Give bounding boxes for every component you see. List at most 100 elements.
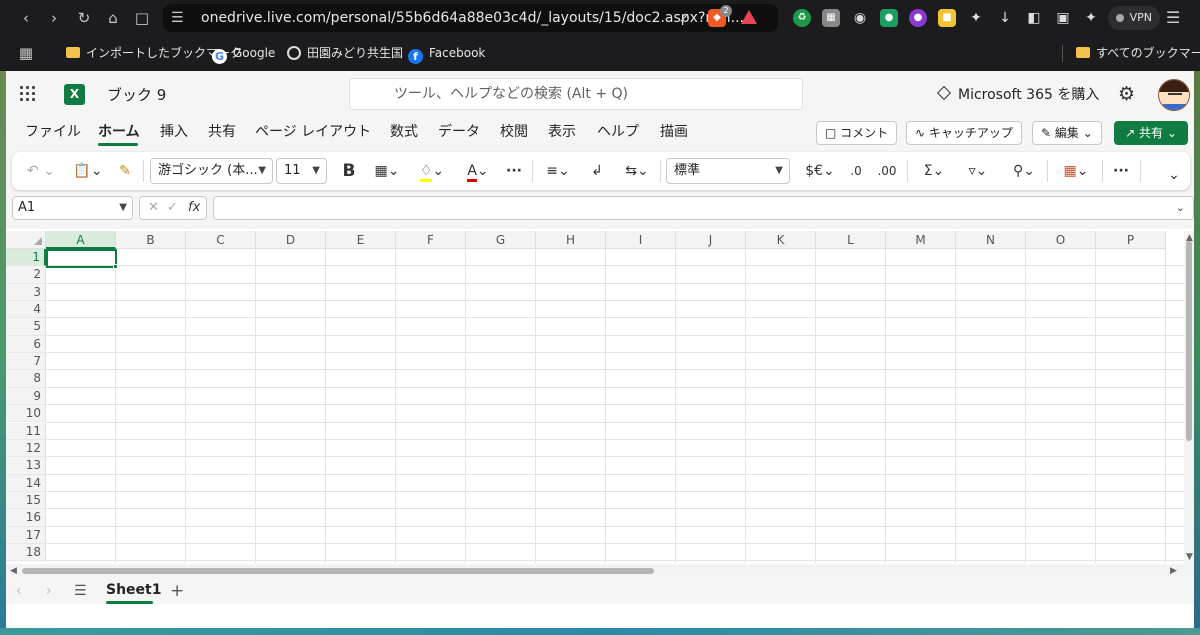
download-icon[interactable]: ↓ (996, 9, 1014, 27)
share-button[interactable]: ↗ 共有 ⌄ (1114, 121, 1188, 145)
insert-function-icon[interactable]: fx (188, 197, 200, 219)
column-header-c[interactable]: C (186, 231, 256, 249)
browser-menu-icon[interactable]: ☰ (1166, 6, 1180, 30)
row-header-16[interactable]: 16 (6, 509, 46, 527)
conditional-format-icon[interactable]: ▦⌄ (1054, 152, 1098, 190)
row-header-1[interactable]: 1 (6, 249, 46, 267)
bookmark-google[interactable]: G Google (212, 36, 275, 71)
bookmark-facebook[interactable]: f Facebook (408, 36, 485, 71)
bookmark-folder-all[interactable]: すべてのブックマーク (1076, 36, 1200, 71)
address-bar[interactable]: ☰ onedrive.live.com/personal/55b6d64a88e… (163, 4, 778, 32)
extension-chat-icon[interactable]: ● (909, 9, 927, 27)
leo-ai-icon[interactable]: ✦ (1082, 9, 1100, 27)
active-cell-a1[interactable] (46, 249, 117, 268)
column-header-i[interactable]: I (606, 231, 676, 249)
all-sheets-icon[interactable]: ☰ (74, 578, 87, 604)
font-color-icon[interactable]: A⌄ (458, 152, 498, 190)
next-sheet-icon[interactable]: › (46, 578, 52, 604)
column-header-f[interactable]: F (396, 231, 466, 249)
borders-icon[interactable]: ▦⌄ (367, 152, 407, 190)
sidebar-icon[interactable]: ◧ (1025, 9, 1043, 27)
fill-handle[interactable] (113, 264, 118, 269)
row-header-5[interactable]: 5 (6, 318, 46, 336)
row-header-3[interactable]: 3 (6, 283, 46, 302)
excel-logo-icon[interactable]: X (64, 84, 85, 105)
more-options-icon[interactable]: ··· (1108, 152, 1134, 190)
row-header-7[interactable]: 7 (6, 353, 46, 371)
column-header-g[interactable]: G (466, 231, 536, 249)
extension-shield-icon[interactable]: ● (880, 9, 898, 27)
more-font-options-icon[interactable]: ··· (501, 152, 527, 190)
forward-icon[interactable]: › (42, 6, 66, 30)
share-page-icon[interactable]: ↗ (678, 6, 690, 30)
spreadsheet-grid[interactable]: A B C D E F G H I J K L M N O P 1 2 3 4 5 6 7 8 9 10 11 12 13 14 15 16 1… (6, 231, 1184, 564)
row-header-4[interactable]: 4 (6, 301, 46, 319)
horizontal-scroll-thumb[interactable] (22, 568, 654, 574)
decrease-decimal-icon[interactable]: .00 (874, 152, 900, 190)
column-header-a[interactable]: A (46, 231, 116, 249)
bookmark-den-en[interactable]: 田園みどり共生国 (287, 36, 403, 71)
extension-green-icon[interactable]: ♻ (793, 9, 811, 27)
font-name-dropdown[interactable]: 游ゴシック (本... ▼ (150, 158, 273, 184)
row-header-17[interactable]: 17 (6, 526, 46, 544)
tab-page-layout[interactable]: ページ レイアウト (255, 119, 371, 147)
vertical-scrollbar[interactable]: ▲ ▼ (1184, 231, 1194, 564)
horizontal-scrollbar[interactable]: ◀ ▶ (6, 564, 1194, 578)
previous-sheet-icon[interactable]: ‹ (16, 578, 22, 604)
row-header-6[interactable]: 6 (6, 335, 46, 354)
sort-filter-icon[interactable]: ▿⌄ (958, 152, 998, 190)
column-header-m[interactable]: M (886, 231, 956, 249)
tab-file[interactable]: ファイル (25, 119, 81, 147)
settings-gear-icon[interactable]: ⚙ (1118, 83, 1135, 105)
column-header-h[interactable]: H (536, 231, 606, 249)
currency-format-button[interactable]: $€⌄ (800, 152, 840, 190)
comments-button[interactable]: □ コメント (816, 121, 898, 145)
home-icon[interactable]: ⌂ (101, 6, 125, 30)
row-header-15[interactable]: 15 (6, 491, 46, 510)
editing-mode-button[interactable]: ✎ 編集 ⌄ (1032, 121, 1102, 145)
formula-input[interactable]: ⌄ (213, 196, 1194, 220)
extension-camera-icon[interactable]: ◉ (851, 9, 869, 27)
extension-note-icon[interactable]: ■ (938, 9, 956, 27)
expand-ribbon-icon[interactable]: ⌄ (1164, 156, 1184, 194)
name-box[interactable]: A1 ▼ (12, 196, 133, 220)
add-sheet-button[interactable]: + (170, 578, 184, 604)
increase-decimal-icon[interactable]: .0 (844, 152, 868, 190)
paste-icon[interactable]: 📋⌄ (70, 152, 106, 190)
buy-microsoft-365-button[interactable]: Microsoft 365 を購入 (936, 85, 1099, 105)
format-painter-icon[interactable]: ✎ (116, 152, 134, 190)
catch-up-button[interactable]: ∿ キャッチアップ (906, 121, 1022, 145)
row-header-8[interactable]: 8 (6, 370, 46, 388)
scroll-right-icon[interactable]: ▶ (1170, 564, 1177, 578)
document-title[interactable]: ブック 9 (107, 85, 166, 105)
undo-icon[interactable]: ↶ ⌄ (22, 152, 60, 190)
column-header-o[interactable]: O (1026, 231, 1096, 249)
column-header-j[interactable]: J (676, 231, 746, 249)
row-header-2[interactable]: 2 (6, 266, 46, 284)
brave-rewards-icon[interactable] (741, 10, 757, 24)
tab-draw[interactable]: 描画 (660, 119, 688, 147)
site-settings-icon[interactable]: ☰ (171, 6, 184, 30)
column-header-p[interactable]: P (1096, 231, 1166, 249)
merge-cells-icon[interactable]: ⇆⌄ (616, 152, 658, 190)
vpn-button[interactable]: VPN (1108, 6, 1160, 30)
align-icon[interactable]: ≡⌄ (538, 152, 578, 190)
wrap-text-icon[interactable]: ↲ (586, 152, 608, 190)
column-header-l[interactable]: L (816, 231, 886, 249)
row-header-10[interactable]: 10 (6, 405, 46, 423)
search-box[interactable]: ツール、ヘルプなどの検索 (Alt + Q) (349, 78, 803, 110)
apps-grid-icon[interactable]: ▦ (14, 41, 38, 65)
expand-formula-bar-icon[interactable]: ⌄ (1176, 197, 1185, 219)
tab-share[interactable]: 共有 (208, 119, 236, 147)
app-launcher-icon[interactable] (20, 86, 36, 102)
column-header-n[interactable]: N (956, 231, 1026, 249)
bookmark-icon[interactable]: □ (130, 6, 154, 30)
reload-icon[interactable]: ↻ (72, 6, 96, 30)
extensions-icon[interactable]: ✦ (967, 9, 985, 27)
bold-button[interactable]: B (337, 152, 361, 190)
row-header-18[interactable]: 18 (6, 543, 46, 562)
tab-formulas[interactable]: 数式 (390, 119, 418, 147)
column-header-k[interactable]: K (746, 231, 816, 249)
row-header-11[interactable]: 11 (6, 422, 46, 440)
enter-icon[interactable]: ✓ (167, 197, 178, 219)
